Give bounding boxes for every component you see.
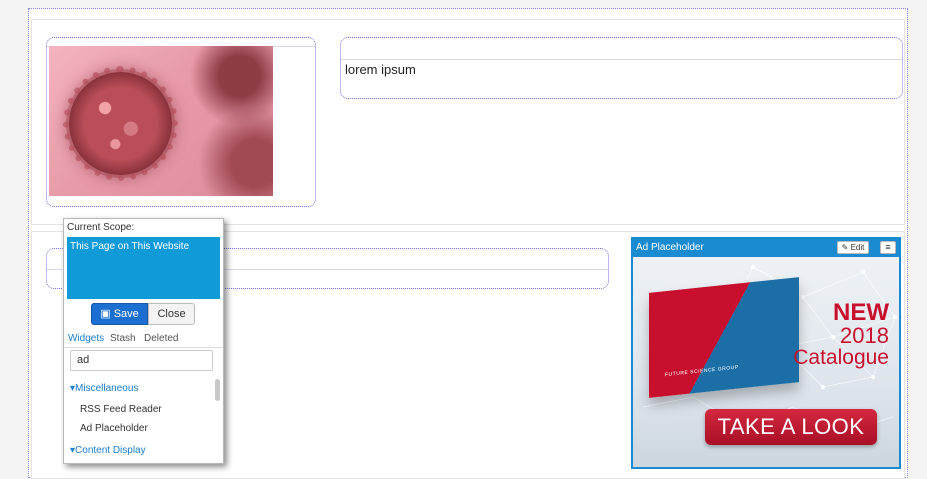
ad-widget-header: Ad Placeholder ✎ Edit ≡ [633, 239, 899, 257]
ad-headline-catalogue: Catalogue [793, 346, 889, 369]
take-a-look-button[interactable]: TAKE A LOOK [705, 409, 877, 445]
save-button[interactable]: ▣ Save [91, 303, 148, 325]
widget-item-ad-placeholder[interactable]: Ad Placeholder [80, 423, 148, 434]
ad-headline: NEW 2018 Catalogue [793, 299, 889, 369]
scope-value: This Page on This Website [70, 241, 190, 252]
tab-deleted[interactable]: Deleted [144, 333, 178, 344]
pencil-icon: ✎ [841, 243, 849, 252]
save-icon: ▣ [100, 308, 111, 320]
widget-item-rss-feed-reader[interactable]: RSS Feed Reader [80, 404, 162, 415]
zone-divider [341, 59, 902, 60]
catalogue-book-graphic: FUTURE SCIENCE GROUP [649, 277, 799, 398]
hero-image [49, 46, 273, 196]
layout-section-top: lorem ipsum [31, 19, 905, 225]
category-label: Content Display [75, 445, 146, 456]
category-miscellaneous[interactable]: ▾Miscellaneous [70, 383, 138, 394]
book-brand-text: FUTURE SCIENCE GROUP [665, 364, 739, 379]
category-content-display[interactable]: ▾Content Display [70, 445, 146, 456]
edit-label: Edit [850, 243, 865, 252]
save-label: Save [113, 308, 139, 320]
ad-widget-title: Ad Placeholder [636, 242, 704, 253]
category-label: Miscellaneous [75, 383, 139, 394]
widget-search-input[interactable]: ad [70, 350, 213, 371]
virus-cell-graphic [63, 66, 178, 181]
ad-placeholder-widget[interactable]: Ad Placeholder ✎ Edit ≡ FUTURE SCIENCE G… [631, 237, 901, 469]
tab-widgets[interactable]: Widgets [68, 333, 104, 344]
ad-headline-year: 2018 [840, 323, 889, 348]
scope-selector[interactable]: This Page on This Website [67, 237, 220, 299]
widget-panel: Current Scope: This Page on This Website… [63, 218, 224, 464]
text-widget-zone[interactable]: lorem ipsum [340, 37, 903, 99]
tab-stash[interactable]: Stash [110, 333, 136, 344]
ad-banner-image[interactable]: FUTURE SCIENCE GROUP NEW 2018 Catalogue … [633, 257, 899, 467]
close-button[interactable]: Close [148, 303, 195, 325]
panel-tabs: Widgets Stash Deleted [64, 329, 223, 348]
menu-icon[interactable]: ≡ [880, 241, 896, 254]
current-scope-label: Current Scope: [67, 222, 135, 233]
text-content: lorem ipsum [345, 62, 416, 77]
ad-headline-new: NEW [833, 299, 889, 326]
image-widget-zone[interactable] [46, 37, 316, 207]
panel-scrollbar[interactable] [215, 379, 220, 401]
edit-button[interactable]: ✎ Edit [837, 241, 869, 254]
